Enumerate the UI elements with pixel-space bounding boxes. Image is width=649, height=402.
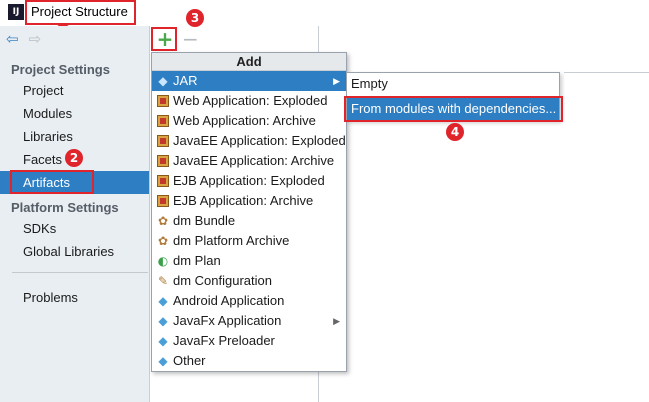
menu-header: Add bbox=[152, 53, 346, 71]
web-app-icon bbox=[157, 95, 169, 107]
submenu-arrow-icon: ▶ bbox=[333, 316, 340, 326]
annotation-box-from-modules bbox=[344, 96, 563, 122]
annotation-box-title bbox=[25, 0, 136, 25]
sidebar-item-problems[interactable]: Problems bbox=[0, 286, 149, 309]
menu-item-label: JavaEE Application: Exploded bbox=[173, 133, 346, 148]
menu-item-web-app-archive[interactable]: Web Application: Archive bbox=[152, 111, 346, 131]
menu-item-ejb-archive[interactable]: EJB Application: Archive bbox=[152, 191, 346, 211]
web-app-icon bbox=[157, 195, 169, 207]
menu-item-label: EJB Application: Exploded bbox=[173, 173, 325, 188]
annotation-marker-3: 3 bbox=[186, 9, 204, 27]
menu-item-dm-platform-archive[interactable]: ✿ dm Platform Archive bbox=[152, 231, 346, 251]
menu-item-label: Web Application: Exploded bbox=[173, 93, 328, 108]
annotation-box-artifacts bbox=[10, 170, 94, 194]
web-app-icon bbox=[157, 115, 169, 127]
web-app-icon bbox=[157, 155, 169, 167]
menu-item-javaee-exploded[interactable]: JavaEE Application: Exploded bbox=[152, 131, 346, 151]
web-app-icon bbox=[157, 175, 169, 187]
menu-item-dm-plan[interactable]: ◐ dm Plan bbox=[152, 251, 346, 271]
diamond-icon: ◆ bbox=[158, 294, 168, 308]
web-app-icon bbox=[157, 135, 169, 147]
annotation-box-add bbox=[151, 27, 177, 51]
menu-item-label: EJB Application: Archive bbox=[173, 193, 314, 208]
details-divider bbox=[564, 72, 649, 73]
sidebar-item-modules[interactable]: Modules bbox=[0, 102, 149, 125]
menu-item-ejb-exploded[interactable]: EJB Application: Exploded bbox=[152, 171, 346, 191]
menu-item-label: Android Application bbox=[173, 293, 285, 308]
intellij-logo-icon: IJ bbox=[8, 4, 24, 20]
arrow-left-icon[interactable]: ⇦ bbox=[6, 31, 19, 47]
diamond-icon: ◆ bbox=[158, 74, 168, 88]
menu-item-other[interactable]: ◆ Other bbox=[152, 351, 346, 371]
menu-item-dm-configuration[interactable]: ✎ dm Configuration bbox=[152, 271, 346, 291]
submenu-item-empty[interactable]: Empty bbox=[347, 73, 559, 95]
menu-item-dm-bundle[interactable]: ✿ dm Bundle bbox=[152, 211, 346, 231]
platform-settings-header: Platform Settings bbox=[11, 200, 119, 215]
arrow-right-icon[interactable]: ⇨ bbox=[29, 31, 42, 47]
diamond-icon: ◆ bbox=[158, 314, 168, 328]
sidebar-item-global-libraries[interactable]: Global Libraries bbox=[0, 240, 149, 263]
submenu-arrow-icon: ▶ bbox=[333, 76, 340, 86]
nav-arrows: ⇦ ⇨ bbox=[6, 31, 41, 47]
annotation-marker-4: 4 bbox=[446, 123, 464, 141]
add-artifact-menu: Add ◆ JAR ▶ Web Application: Exploded We… bbox=[151, 52, 347, 372]
dm-plan-icon: ◐ bbox=[157, 254, 169, 268]
diamond-icon: ◆ bbox=[158, 354, 168, 368]
dm-bundle-icon: ✿ bbox=[157, 234, 169, 248]
menu-item-label: Web Application: Archive bbox=[173, 113, 316, 128]
menu-item-label: JAR bbox=[173, 73, 198, 88]
sidebar-divider bbox=[12, 272, 148, 273]
menu-item-javafx-preloader[interactable]: ◆ JavaFx Preloader bbox=[152, 331, 346, 351]
diamond-icon: ◆ bbox=[158, 334, 168, 348]
menu-item-label: dm Platform Archive bbox=[173, 233, 290, 248]
settings-sidebar: ⇦ ⇨ Project Settings Project Modules Lib… bbox=[0, 26, 150, 402]
menu-item-label: dm Plan bbox=[173, 253, 221, 268]
dm-config-icon: ✎ bbox=[157, 274, 169, 288]
menu-item-label: JavaFx Preloader bbox=[173, 333, 275, 348]
menu-item-label: Other bbox=[173, 353, 206, 368]
menu-item-label: dm Bundle bbox=[173, 213, 236, 228]
menu-item-javaee-archive[interactable]: JavaEE Application: Archive bbox=[152, 151, 346, 171]
menu-item-label: dm Configuration bbox=[173, 273, 272, 288]
dm-bundle-icon: ✿ bbox=[157, 214, 169, 228]
remove-artifact-button[interactable]: − bbox=[182, 29, 199, 49]
project-settings-header: Project Settings bbox=[11, 62, 110, 77]
menu-item-label: JavaEE Application: Archive bbox=[173, 153, 335, 168]
menu-item-android-app[interactable]: ◆ Android Application bbox=[152, 291, 346, 311]
menu-item-label: JavaFx Application bbox=[173, 313, 282, 328]
annotation-marker-2: 2 bbox=[65, 149, 83, 167]
sidebar-item-project[interactable]: Project bbox=[0, 79, 149, 102]
menu-item-jar[interactable]: ◆ JAR ▶ bbox=[152, 71, 346, 91]
menu-item-web-app-exploded[interactable]: Web Application: Exploded bbox=[152, 91, 346, 111]
sidebar-item-sdks[interactable]: SDKs bbox=[0, 217, 149, 240]
sidebar-item-libraries[interactable]: Libraries bbox=[0, 125, 149, 148]
menu-item-javafx-app[interactable]: ◆ JavaFx Application ▶ bbox=[152, 311, 346, 331]
